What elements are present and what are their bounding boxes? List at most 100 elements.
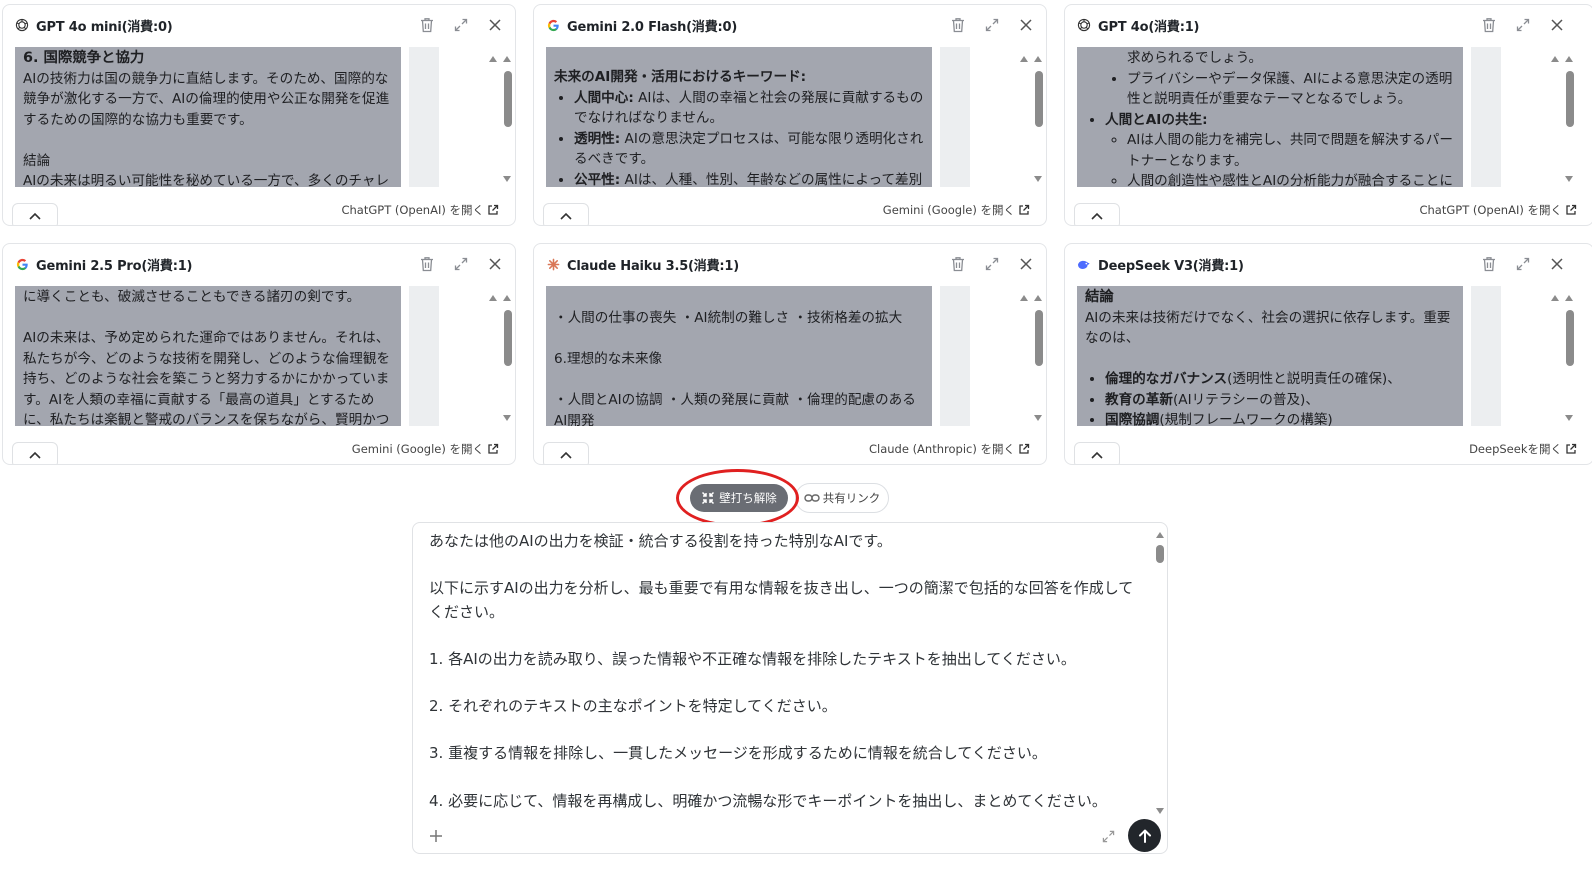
deepseek-icon <box>1077 257 1091 271</box>
list-item: 倫理的なガバナンス(透明性と説明責任の確保)、 <box>1105 369 1455 390</box>
openai-icon <box>15 18 29 32</box>
open-link-label: DeepSeekを開く <box>1469 442 1562 456</box>
response-content[interactable]: ・人間の仕事の喪失 ・AI統制の難しさ ・技術格差の拡大 6.理想的な未来像 ・… <box>546 286 932 426</box>
response-list: 人間とAIの共生: AIは人間の能力を補完し、共同で問題を解決するパートナーとな… <box>1085 110 1455 188</box>
external-link-icon <box>488 204 499 215</box>
close-icon[interactable] <box>1016 15 1036 35</box>
response-paragraph: AIの未来は技術だけでなく、社会の選択に依存します。重要なのは、 <box>1085 309 1451 347</box>
collapse-button[interactable] <box>543 442 589 464</box>
trash-icon[interactable] <box>1479 254 1499 274</box>
expand-icon[interactable] <box>451 15 471 35</box>
claude-icon <box>546 257 560 271</box>
openai-icon <box>1077 18 1091 32</box>
response-content[interactable]: 結論 AIの未来は技術だけでなく、社会の選択に依存します。重要なのは、 倫理的な… <box>1077 286 1463 426</box>
trash-icon[interactable] <box>417 254 437 274</box>
panel-gpt-4o-mini: GPT 4o mini(消費:0) 6. 国際競争と協力 AIの技術力は国の競争… <box>2 4 516 226</box>
open-link-label: ChatGPT (OpenAI) を開く <box>1419 203 1562 217</box>
header-actions <box>417 254 505 274</box>
response-list: 倫理的なガバナンス(透明性と説明責任の確保)、 教育の革新(AIリテラシーの普及… <box>1085 369 1455 426</box>
response-paragraph: AIの技術力は国の競争力に直結します。そのため、国際的な競争が激化する一方で、A… <box>23 70 390 128</box>
close-icon[interactable] <box>1547 15 1567 35</box>
list-item: 透明性: AIの意思決定プロセスは、可能な限り透明化されるべきです。 <box>574 129 924 170</box>
header-actions <box>417 15 505 35</box>
scrollbar[interactable] <box>1551 53 1575 185</box>
response-content[interactable]: に導くことも、破滅させることもできる諸刃の剣です。 AIの未来は、予め定められた… <box>15 286 401 426</box>
open-link-label: Claude (Anthropic) を開く <box>868 442 1015 456</box>
close-icon[interactable] <box>485 15 505 35</box>
trash-icon[interactable] <box>417 15 437 35</box>
link-icon <box>804 494 820 502</box>
prompt-scrollbar[interactable] <box>1154 529 1166 817</box>
response-paragraph: AIの未来は明るい可能性を秘めている一方で、多くのチャレンジ <box>23 173 390 187</box>
list-item: 公平性: AIは、人種、性別、年齢などの属性によって差別的 <box>574 170 924 188</box>
response-heading: 未来のAI開発・活用におけるキーワード: <box>554 69 807 85</box>
expand-icon[interactable] <box>982 15 1002 35</box>
collapse-button[interactable] <box>1074 203 1120 225</box>
scrollbar[interactable] <box>489 292 513 424</box>
prompt-line: あなたは他のAIの出力を検証・統合する役割を持った特別なAIです。 <box>429 532 892 550</box>
close-icon[interactable] <box>485 254 505 274</box>
expand-input-button[interactable] <box>1097 825 1119 847</box>
response-content[interactable]: 未来のAI開発・活用におけるキーワード: 人間中心: AIは、人間の幸福と社会の… <box>546 47 932 187</box>
response-content[interactable]: 6. 国際競争と協力 AIの技術力は国の競争力に直結します。そのため、国際的な競… <box>15 47 401 187</box>
share-link-label: 共有リンク <box>822 491 881 505</box>
mode-toolbar: 壁打ち解除 共有リンク <box>0 469 1592 527</box>
collapse-button[interactable] <box>12 203 58 225</box>
send-button[interactable] <box>1128 819 1161 852</box>
header-actions <box>948 15 1036 35</box>
scrollbar[interactable] <box>1020 53 1044 185</box>
trash-icon[interactable] <box>1479 15 1499 35</box>
header-actions <box>1479 15 1567 35</box>
arrow-up-icon <box>1138 829 1151 843</box>
response-paragraph: ・人間とAIの協調 ・人類の発展に貢献 ・倫理的配慮のあるAI開発 <box>554 392 916 426</box>
external-link-icon <box>1019 443 1030 454</box>
add-attachment-button[interactable] <box>425 825 447 847</box>
collapse-button[interactable] <box>12 442 58 464</box>
panel-gemini-2-5-pro: Gemini 2.5 Pro(消費:1) に導くことも、破滅させることもできる諸… <box>2 243 516 465</box>
expand-icon[interactable] <box>451 254 471 274</box>
open-service-link[interactable]: Gemini (Google) を開く <box>883 202 1030 218</box>
external-link-icon <box>1566 443 1577 454</box>
expand-icon[interactable] <box>1513 254 1533 274</box>
collapse-button[interactable] <box>1074 442 1120 464</box>
close-icon[interactable] <box>1547 254 1567 274</box>
google-icon <box>15 257 29 271</box>
header-actions <box>1479 254 1567 274</box>
prompt-line: 3. 重複する情報を排除し、一貫したメッセージを形成するために情報を統合してくだ… <box>429 744 1047 763</box>
panel-deepseek-v3: DeepSeek V3(消費:1) 結論 AIの未来は技術だけでなく、社会の選択… <box>1064 243 1592 465</box>
open-service-link[interactable]: Claude (Anthropic) を開く <box>869 441 1030 457</box>
side-strip <box>1471 286 1501 426</box>
prompt-textarea[interactable]: あなたは他のAIの出力を検証・統合する役割を持った特別なAIです。 以下に示すA… <box>429 530 1147 814</box>
panel-title: Gemini 2.5 Pro(消費:1) <box>36 258 193 274</box>
open-link-label: ChatGPT (OpenAI) を開く <box>341 203 484 217</box>
response-heading: 6. 国際競争と協力 <box>23 50 145 66</box>
header-actions <box>948 254 1036 274</box>
response-content[interactable]: 求められるでしょう。 プライバシーやデータ保護、AIによる意思決定の透明性と説明… <box>1077 47 1463 187</box>
open-service-link[interactable]: Gemini (Google) を開く <box>352 441 499 457</box>
open-service-link[interactable]: DeepSeekを開く <box>1469 441 1577 457</box>
expand-icon[interactable] <box>982 254 1002 274</box>
open-service-link[interactable]: ChatGPT (OpenAI) を開く <box>341 202 499 218</box>
close-icon[interactable] <box>1016 254 1036 274</box>
open-service-link[interactable]: ChatGPT (OpenAI) を開く <box>1419 202 1577 218</box>
plus-icon <box>430 830 442 842</box>
share-link-button[interactable]: 共有リンク <box>795 483 889 513</box>
side-strip <box>409 286 439 426</box>
scrollbar[interactable] <box>1551 292 1575 424</box>
chevron-up-icon <box>560 212 572 220</box>
open-link-label: Gemini (Google) を開く <box>351 442 484 456</box>
scrollbar[interactable] <box>489 53 513 185</box>
side-strip <box>940 286 970 426</box>
trash-icon[interactable] <box>948 254 968 274</box>
panel-title: Gemini 2.0 Flash(消費:0) <box>567 19 738 35</box>
list-item: 人間中心: AIは、人間の幸福と社会の発展に貢献するものでなければなりません。 <box>574 88 924 129</box>
chevron-up-icon <box>560 451 572 459</box>
scrollbar[interactable] <box>1020 292 1044 424</box>
list-item: プライバシーやデータ保護、AIによる意思決定の透明性と説明責任が重要なテーマとな… <box>1127 69 1455 110</box>
expand-icon[interactable] <box>1513 15 1533 35</box>
panel-gemini-2-0-flash: Gemini 2.0 Flash(消費:0) 未来のAI開発・活用におけるキーワ… <box>533 4 1047 226</box>
side-strip <box>940 47 970 187</box>
collapse-button[interactable] <box>543 203 589 225</box>
trash-icon[interactable] <box>948 15 968 35</box>
prompt-input-box[interactable]: あなたは他のAIの出力を検証・統合する役割を持った特別なAIです。 以下に示すA… <box>412 522 1168 854</box>
